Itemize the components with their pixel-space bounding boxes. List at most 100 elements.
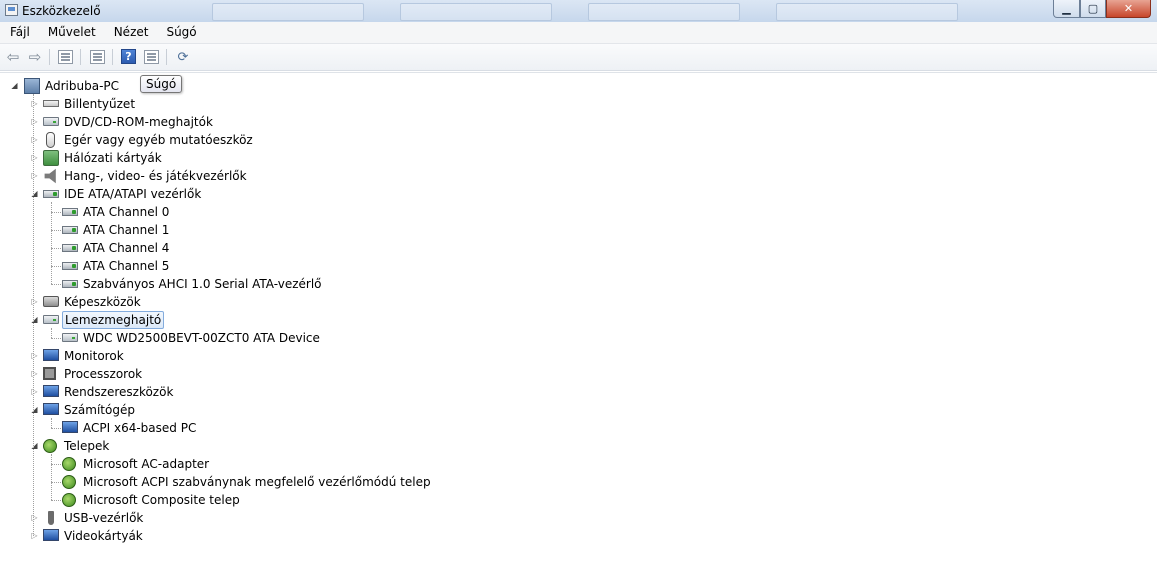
tree-guide-line [51,500,61,501]
expand-arrow-icon[interactable]: ▷ [30,513,39,522]
collapse-arrow-icon[interactable]: ◢ [10,81,19,90]
camera-icon [43,296,59,307]
menu-help[interactable]: Súgó [156,23,204,42]
tree-category[interactable]: ▷ Videokártyák [0,527,1150,545]
ata-channel-icon [62,244,78,252]
tree-device[interactable]: Microsoft AC-adapter [0,455,1150,473]
show-hide-icon[interactable] [144,50,159,64]
battery-icon [62,475,76,489]
forward-arrow-icon[interactable]: ⇨ [26,48,44,66]
ata-channel-icon [62,226,78,234]
tree-guide-line [51,482,61,483]
tree-category[interactable]: ▷ DVD/CD-ROM-meghajtók [0,113,1150,131]
expand-arrow-icon[interactable]: ▷ [30,171,39,180]
acpi-pc-icon [62,421,78,433]
mouse-icon [46,132,55,148]
tree-guide-line [51,284,61,285]
background-window-ghost [212,3,364,21]
title-bar[interactable]: Eszközkezelő ▁ ▢ ✕ [0,0,1157,23]
tree-guide-line [33,94,34,536]
toolbar-separator [49,49,50,65]
system-devices-icon [43,385,59,397]
tree-category[interactable]: ▷ Képeszközök [0,293,1150,311]
tree-node-label: Billentyűzet [64,97,136,111]
collapse-arrow-icon[interactable]: ◢ [30,405,39,414]
tree-category[interactable]: ▷ Hang-, video- és játékvezérlők [0,167,1150,185]
tree-node-label: ATA Channel 0 [83,205,170,219]
tree-category[interactable]: ▷ Rendszereszközök [0,383,1150,401]
processor-icon [43,367,56,380]
tree-category[interactable]: ▷ Monitorok [0,347,1150,365]
expand-arrow-icon[interactable]: ▷ [30,117,39,126]
close-icon: ✕ [1123,2,1134,15]
tree-guide-line [51,328,52,338]
expand-arrow-icon[interactable]: ▷ [30,351,39,360]
device-manager-icon [5,4,18,16]
tree-node-label: Számítógép [64,403,135,417]
back-arrow-icon[interactable]: ⇦ [4,48,22,66]
tree-device[interactable]: ATA Channel 4 [0,239,1150,257]
maximize-button[interactable]: ▢ [1080,0,1106,18]
menu-view[interactable]: Nézet [104,23,157,42]
scan-hardware-icon[interactable]: ⟳ [174,48,192,66]
tree-device[interactable]: ATA Channel 0 [0,203,1150,221]
tree-category[interactable]: ▷ Processzorok [0,365,1150,383]
tree-device[interactable]: WDC WD2500BEVT-00ZCT0 ATA Device [0,329,1150,347]
expand-arrow-icon[interactable]: ▷ [30,297,39,306]
tree-device[interactable]: ACPI x64-based PC [0,419,1150,437]
expand-arrow-icon[interactable]: ▷ [30,153,39,162]
tree-guide-line [51,464,61,465]
tree-node-label: WDC WD2500BEVT-00ZCT0 ATA Device [83,331,320,345]
toolbar-separator [80,49,81,65]
tree-node-label: Microsoft AC-adapter [83,457,210,471]
tree-device[interactable]: ATA Channel 5 [0,257,1150,275]
help-tooltip: Súgó [140,75,183,93]
properties-icon[interactable] [58,50,73,64]
tree-device[interactable]: ATA Channel 1 [0,221,1150,239]
minimize-button[interactable]: ▁ [1053,0,1080,18]
ata-channel-icon [62,280,78,288]
device-tree[interactable]: ◢ Adribuba-PC ▷ Billentyűzet ▷ DVD/CD-ROM-meg… [0,72,1157,577]
ata-channel-icon [62,208,78,216]
expand-arrow-icon[interactable]: ▷ [30,369,39,378]
tree-guide-line [51,428,61,429]
background-window-ghost [776,3,958,21]
collapse-arrow-icon[interactable]: ◢ [30,189,39,198]
tree-node-label: Szabványos AHCI 1.0 Serial ATA-vezérlő [83,277,322,291]
tree-node-label: Microsoft ACPI szabványnak megfelelő vez… [83,475,431,489]
tree-category[interactable]: ▷ USB-vezérlők [0,509,1150,527]
expand-arrow-icon[interactable]: ▷ [30,135,39,144]
tree-node-label: Processzorok [64,367,143,381]
tree-node-label: Microsoft Composite telep [83,493,240,507]
close-button[interactable]: ✕ [1106,0,1151,18]
tree-node-label: ATA Channel 1 [83,223,170,237]
tree-category[interactable]: ◢ IDE ATA/ATAPI vezérlők [0,185,1150,203]
tree-category[interactable]: ▷ Billentyűzet [0,95,1150,113]
list-view-icon[interactable] [90,50,105,64]
expand-arrow-icon[interactable]: ▷ [30,531,39,540]
tree-category[interactable]: ▷ Hálózati kártyák [0,149,1150,167]
expand-arrow-icon[interactable]: ▷ [30,99,39,108]
tree-category[interactable]: ◢ Számítógép [0,401,1150,419]
collapse-arrow-icon[interactable]: ◢ [30,441,39,450]
tree-category[interactable]: ◢ Telepek [0,437,1150,455]
tree-device[interactable]: Szabványos AHCI 1.0 Serial ATA-vezérlő [0,275,1150,293]
window-title: Eszközkezelő [22,4,101,18]
tree-node-label: ATA Channel 4 [83,241,170,255]
menu-action[interactable]: Művelet [38,23,104,42]
collapse-arrow-icon[interactable]: ◢ [30,315,39,324]
monitor-icon [43,349,59,361]
tree-device[interactable]: Microsoft ACPI szabványnak megfelelő vez… [0,473,1150,491]
background-window-ghost [588,3,740,21]
help-icon[interactable]: ? [121,49,136,64]
usb-icon [48,511,54,525]
toolbar-separator [112,49,113,65]
battery-icon [43,439,57,453]
tree-category[interactable]: ▷ Egér vagy egyéb mutatóeszköz [0,131,1150,149]
expand-arrow-icon[interactable]: ▷ [30,387,39,396]
menu-file[interactable]: Fájl [0,23,38,42]
tree-category[interactable]: ◢ Lemezmeghajtó [0,311,1150,329]
minimize-icon: ▁ [1062,2,1071,15]
tree-device[interactable]: Microsoft Composite telep [0,491,1150,509]
network-card-icon [43,150,59,166]
